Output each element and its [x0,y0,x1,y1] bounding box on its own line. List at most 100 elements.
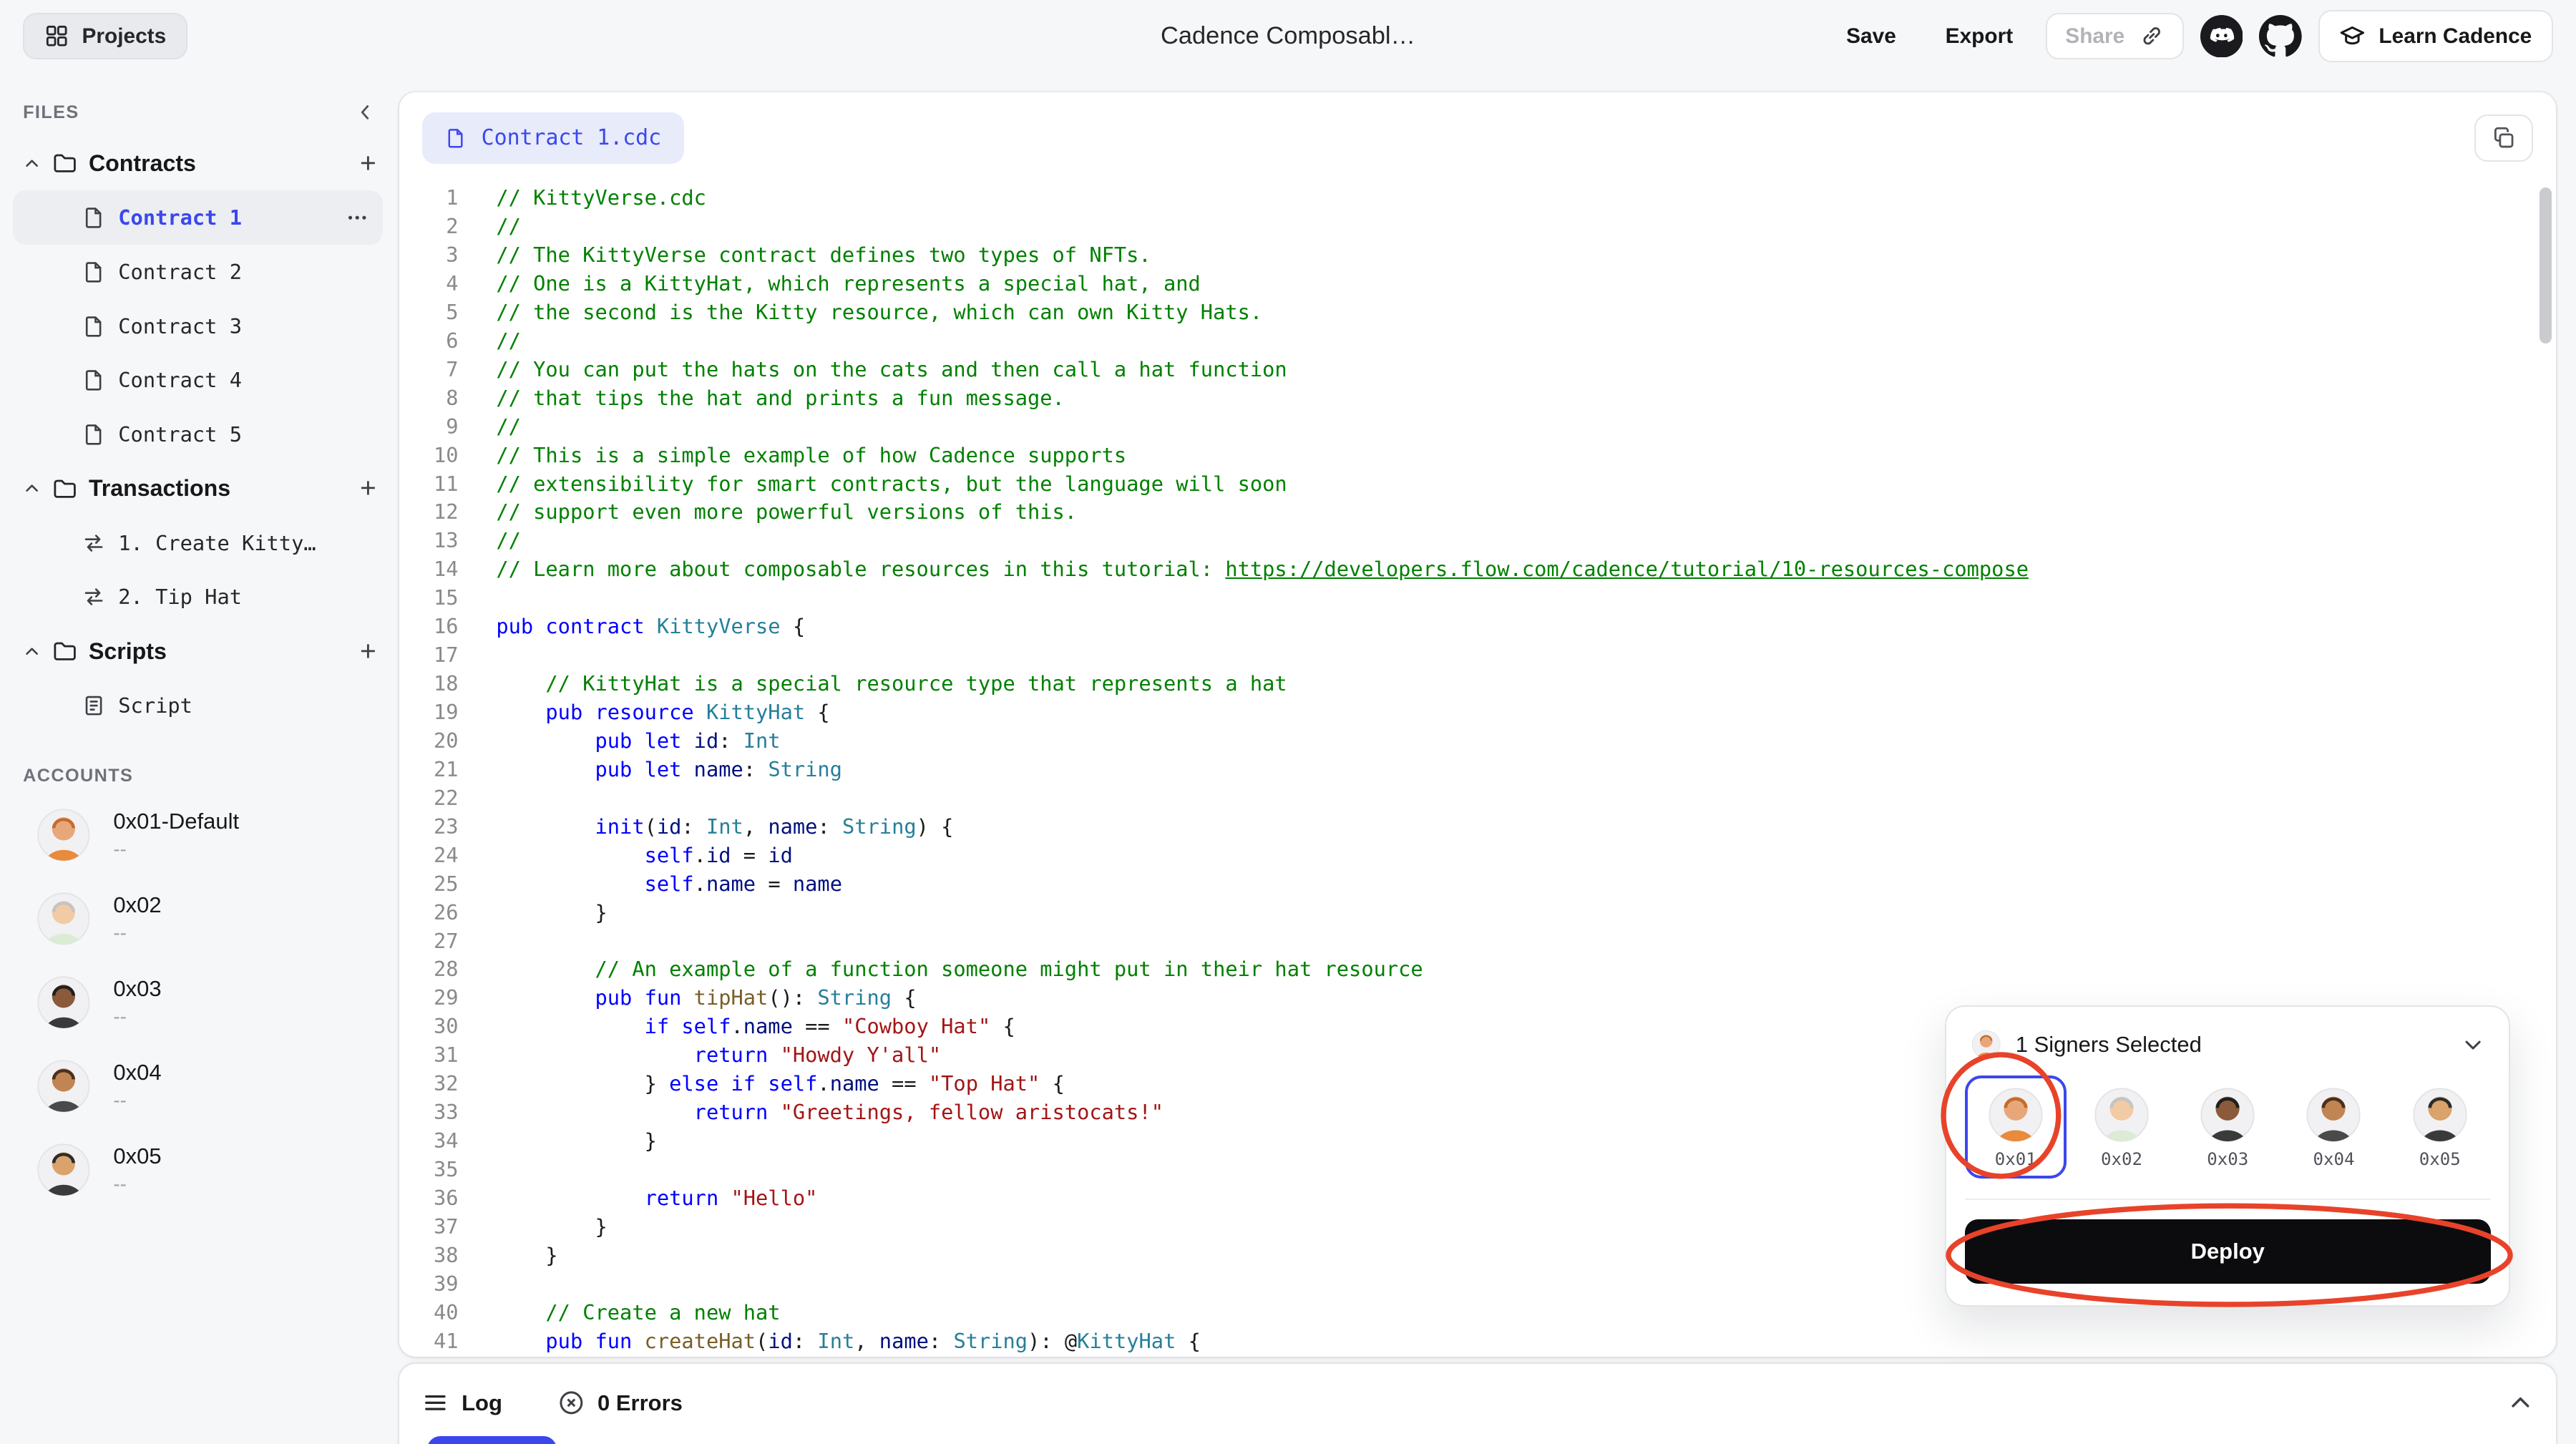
deploy-button[interactable]: Deploy [1964,1219,2491,1284]
editor-tab-bar: Contract 1.cdc [399,92,2557,185]
chevron-up-icon[interactable] [23,643,41,660]
item-label: Contract 2 [118,259,242,284]
file-icon [82,315,105,338]
signer-address: 0x03 [2207,1149,2249,1170]
tx-icon [82,585,105,608]
errors-tab[interactable]: 0 Errors [558,1390,683,1416]
sidebar-item-contract-3[interactable]: Contract 3 [13,299,383,353]
add-transaction-button[interactable]: + [360,474,376,502]
sidebar-section-transactions[interactable]: Transactions + [13,462,383,516]
section-label: Contracts [88,150,196,176]
avatar [1971,1030,2001,1059]
copy-code-button[interactable] [2474,114,2534,162]
file-icon [445,127,467,149]
share-button[interactable]: Share [2046,12,2184,60]
chevron-up-icon[interactable] [23,155,41,172]
sidebar-item-contract-1[interactable]: Contract 1 [13,190,383,245]
avatar [2413,1088,2467,1142]
avatar [1989,1088,2043,1142]
export-button[interactable]: Export [1929,12,2029,59]
signer-0x02[interactable]: 0x02 [2071,1075,2172,1179]
avatar [36,892,89,945]
account-address: 0x01-Default [113,809,240,834]
add-contract-button[interactable]: + [360,150,376,177]
account-status: -- [113,921,127,944]
log-tab[interactable]: Log [422,1390,502,1416]
link-icon [2140,24,2164,48]
line-numbers: 1 2 3 4 5 6 7 8 9 10 11 12 13 14 15 16 17 18 19 20 21 22 23 24 2… [433,185,459,1353]
sidebar-section-scripts[interactable]: Scripts + [13,624,383,678]
account-address: 0x02 [113,892,162,918]
signer-0x04[interactable]: 0x04 [2283,1075,2384,1179]
item-label: 1. Create Kitty… [118,530,316,555]
folder-icon [52,639,77,663]
signer-address: 0x04 [2313,1149,2355,1170]
files-header: FILES [13,102,383,136]
chevron-down-icon[interactable] [2462,1033,2484,1056]
sidebar-item-script[interactable]: Script [13,678,383,733]
log-action-button-partial[interactable] [426,1435,557,1444]
transactions-items: 1. Create Kitty… 2. Tip Hat [13,516,383,625]
item-menu-dots-icon[interactable] [345,205,369,230]
sidebar-item-contract-2[interactable]: Contract 2 [13,245,383,299]
sidebar-section-contracts[interactable]: Contracts + [13,137,383,191]
account-0x04[interactable]: 0x04 -- [13,1044,383,1128]
folder-icon [52,477,77,501]
log-label: Log [462,1390,502,1415]
signer-0x01[interactable]: 0x01 [1964,1075,2067,1179]
avatar [36,1143,89,1196]
sidebar-item-1-create-kitty[interactable]: 1. Create Kitty… [13,516,383,570]
signer-address: 0x05 [2419,1149,2461,1170]
accounts-header: ACCOUNTS [23,765,134,786]
scrollbar-thumb[interactable] [2540,187,2552,343]
signer-address: 0x01 [1994,1149,2036,1170]
signer-0x05[interactable]: 0x05 [2389,1075,2491,1179]
sidebar-item-contract-5[interactable]: Contract 5 [13,407,383,462]
tab-contract-1-cdc[interactable]: Contract 1.cdc [422,112,685,164]
files-label: FILES [23,102,79,122]
top-bar: Projects Cadence Composabl… Save Export … [0,0,2576,72]
signers-panel: 1 Signers Selected 0x01 0x02 0x03 0x04 0… [1945,1005,2511,1307]
account-0x01[interactable]: 0x01-Default -- [13,793,383,877]
share-label: Share [2065,24,2125,48]
avatar [36,1060,89,1113]
section-label: Scripts [88,638,167,664]
item-label: Contract 4 [118,368,242,393]
sidebar-item-contract-4[interactable]: Contract 4 [13,353,383,408]
account-address: 0x05 [113,1143,162,1169]
flow-playground-app: Projects Cadence Composabl… Save Export … [0,0,2576,1444]
section-label: Transactions [88,475,231,502]
avatar [36,808,89,861]
graduation-cap-icon [2339,23,2366,49]
signer-0x03[interactable]: 0x03 [2177,1075,2278,1179]
collapse-panel-chevron-icon[interactable] [2507,1390,2534,1416]
save-button[interactable]: Save [1830,12,1913,59]
avatar [2200,1088,2255,1142]
script-icon [82,694,105,717]
learn-cadence-button[interactable]: Learn Cadence [2318,10,2553,62]
account-status: -- [113,1005,127,1028]
account-status: -- [113,1172,127,1195]
collapse-sidebar-icon[interactable] [355,102,376,123]
signers-header[interactable]: 1 Signers Selected [1965,1023,2491,1073]
account-0x05[interactable]: 0x05 -- [13,1128,383,1211]
sidebar-item-2-tip-hat[interactable]: 2. Tip Hat [13,570,383,625]
github-icon[interactable] [2259,14,2302,58]
chevron-up-icon[interactable] [23,479,41,497]
projects-button[interactable]: Projects [23,12,187,60]
account-status: -- [113,837,127,860]
status-bar-row: Log 0 Errors [422,1364,2533,1443]
editor-scrollbar [2540,187,2552,1351]
avatar [36,975,89,1029]
account-0x03[interactable]: 0x03 -- [13,960,383,1044]
signer-address: 0x02 [2100,1149,2143,1170]
scripts-items: Script [13,678,383,733]
account-address: 0x03 [113,976,162,1002]
discord-icon[interactable] [2200,14,2243,58]
account-0x02[interactable]: 0x02 -- [13,877,383,960]
item-label: Contract 5 [118,422,242,447]
add-script-button[interactable]: + [360,638,376,665]
error-circle-icon [558,1390,585,1416]
copy-icon [2492,126,2516,150]
errors-label: 0 Errors [597,1390,683,1415]
